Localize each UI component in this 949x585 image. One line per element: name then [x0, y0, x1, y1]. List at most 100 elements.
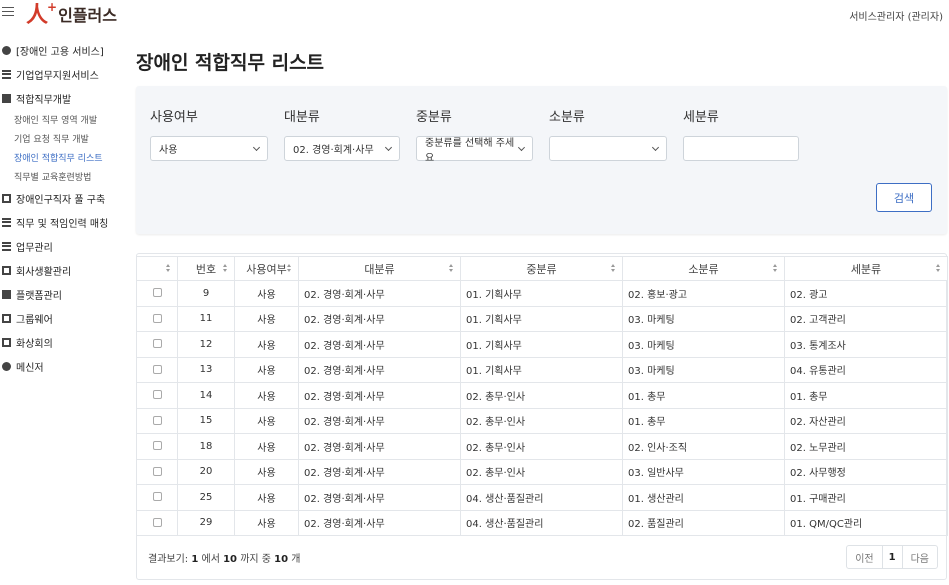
header-label: 소분류 — [688, 262, 719, 276]
header-label: 번호 — [195, 262, 217, 276]
summary-prefix: 결과보기: — [148, 554, 192, 565]
handshake-icon — [2, 69, 11, 79]
row-checkbox-cell — [136, 382, 178, 409]
sidebar-item-matching[interactable]: 직무 및 적임인력 매칭 — [0, 210, 125, 234]
row-checkbox[interactable] — [152, 517, 162, 527]
row-minor-category: 02. 인사·조직 — [622, 433, 785, 460]
sidebar-item-video-meeting[interactable]: 화상회의 — [0, 330, 125, 354]
sidebar-item-groupware[interactable]: 그룹웨어 — [0, 306, 125, 330]
sidebar-item-jobseeker-pool[interactable]: 장애인구직자 풀 구축 — [0, 186, 125, 210]
row-usage: 사용 — [234, 331, 299, 358]
minor-category-label: 소분류 — [549, 110, 585, 125]
table-row[interactable]: 15 사용 02. 경영·회계·사무 02. 총무·인사 01. 총무 02. 자산관리 — [136, 407, 948, 434]
table-row[interactable]: 14 사용 02. 경영·회계·사무 02. 총무·인사 01. 총무 01. 총무 — [136, 382, 948, 409]
sidebar-subitem-company-request-job[interactable]: 기업 요청 직무 개발 — [0, 129, 125, 148]
sidebar-item-messenger[interactable]: 메신저 — [0, 354, 125, 378]
header-detail-category[interactable]: 세분류 — [784, 256, 948, 281]
row-major-category: 02. 경영·회계·사무 — [298, 509, 461, 536]
row-major-category: 02. 경영·회계·사무 — [298, 484, 461, 511]
sidebar-item-employment-service[interactable]: [장애인 고용 서비스] — [0, 38, 125, 62]
sidebar-item-job-development[interactable]: 적합직무개발 — [0, 86, 125, 110]
header-usage[interactable]: 사용여부 — [234, 256, 299, 281]
calendar-icon — [2, 265, 11, 275]
header-label: 사용여부 — [246, 262, 287, 276]
chevron-down-icon — [518, 143, 526, 151]
row-minor-category: 01. 생산관리 — [622, 484, 785, 511]
row-number: 18 — [177, 433, 235, 460]
detail-category-input[interactable] — [683, 136, 799, 161]
row-detail-category: 01. 구매관리 — [784, 484, 948, 511]
row-checkbox[interactable] — [152, 339, 162, 349]
row-middle-category: 02. 총무·인사 — [460, 433, 623, 460]
table-row[interactable]: 20 사용 02. 경영·회계·사무 02. 총무·인사 03. 일반사무 02. 사무행… — [136, 458, 948, 485]
row-checkbox[interactable] — [152, 466, 162, 476]
sort-icon — [936, 264, 941, 274]
row-checkbox[interactable] — [152, 390, 162, 400]
sidebar-item-label: 메신저 — [16, 362, 44, 374]
row-detail-category: 01. 총무 — [784, 382, 948, 409]
sidebar-subitem-suitable-job-list[interactable]: 장애인 적합직무 리스트 — [0, 148, 125, 167]
usage-select[interactable]: 사용 — [150, 136, 268, 161]
sidebar: [장애인 고용 서비스] 기업업무지원서비스 적합직무개발 장애인 직무 영역 … — [0, 38, 125, 378]
sidebar-item-platform[interactable]: 플랫폼관리 — [0, 282, 125, 306]
sidebar-subitem-disability-job-area[interactable]: 장애인 직무 영역 개발 — [0, 110, 125, 129]
next-page-button[interactable]: 다음 — [903, 546, 937, 568]
sort-icon — [611, 264, 616, 274]
current-page-button[interactable]: 1 — [883, 546, 903, 568]
table-row[interactable]: 11 사용 02. 경영·회계·사무 01. 기획사무 03. 마케팅 02. 고객관리 — [136, 305, 948, 332]
summary-mid1: 에서 — [198, 554, 224, 565]
search-button[interactable]: 검색 — [876, 183, 932, 212]
sidebar-subitem-training-method[interactable]: 직무별 교육훈련방법 — [0, 167, 125, 186]
row-usage: 사용 — [234, 356, 299, 383]
row-checkbox[interactable] — [152, 288, 162, 298]
results-summary: 결과보기: 1 에서 10 까지 중 10 개 — [148, 550, 300, 565]
row-minor-category: 02. 홍보·광고 — [622, 280, 785, 307]
row-checkbox-cell — [136, 407, 178, 434]
major-category-label: 대분류 — [284, 110, 320, 125]
sidebar-item-work-management[interactable]: 업무관리 — [0, 234, 125, 258]
table-row[interactable]: 13 사용 02. 경영·회계·사무 01. 기획사무 03. 마케팅 04. 유통관리 — [136, 356, 948, 383]
middle-category-label: 중분류 — [416, 110, 452, 125]
header-middle-category[interactable]: 중분류 — [460, 256, 623, 281]
row-minor-category: 03. 일반사무 — [622, 458, 785, 485]
row-major-category: 02. 경영·회계·사무 — [298, 407, 461, 434]
table-row[interactable]: 9 사용 02. 경영·회계·사무 01. 기획사무 02. 홍보·광고 02. 광고 — [136, 280, 948, 307]
summary-mid2: 까지 중 — [237, 554, 275, 565]
table-row[interactable]: 12 사용 02. 경영·회계·사무 01. 기획사무 03. 마케팅 03. 통계조사 — [136, 331, 948, 358]
row-checkbox[interactable] — [152, 492, 162, 502]
sidebar-item-company-life[interactable]: 회사생활관리 — [0, 258, 125, 282]
table-row[interactable]: 25 사용 02. 경영·회계·사무 04. 생산·품질관리 01. 생산관리 01. 구… — [136, 484, 948, 511]
header-minor-category[interactable]: 소분류 — [622, 256, 785, 281]
table-row[interactable]: 29 사용 02. 경영·회계·사무 04. 생산·품질관리 02. 품질관리 01. Q… — [136, 509, 948, 536]
table-row[interactable]: 18 사용 02. 경영·회계·사무 02. 총무·인사 02. 인사·조직 02. 노무… — [136, 433, 948, 460]
sidebar-item-business-support[interactable]: 기업업무지원서비스 — [0, 62, 125, 86]
header-checkbox[interactable] — [136, 256, 178, 281]
major-category-select[interactable]: 02. 경영·회계·사무 — [284, 136, 400, 161]
list-icon — [2, 241, 11, 251]
middle-category-select[interactable]: 중분류를 선택해 주세요 — [416, 136, 533, 164]
row-middle-category: 01. 기획사무 — [460, 356, 623, 383]
row-middle-category: 01. 기획사무 — [460, 305, 623, 332]
row-usage: 사용 — [234, 509, 299, 536]
row-usage: 사용 — [234, 458, 299, 485]
row-checkbox[interactable] — [152, 441, 162, 451]
row-number: 25 — [177, 484, 235, 511]
user-menu[interactable]: 서비스관리자 (관리자) — [849, 8, 943, 23]
logo[interactable]: 人 + 인플러스 — [26, 0, 117, 26]
sort-icon — [166, 264, 171, 274]
row-detail-category: 02. 광고 — [784, 280, 948, 307]
row-checkbox[interactable] — [152, 415, 162, 425]
header-number[interactable]: 번호 — [177, 256, 235, 281]
row-minor-category: 03. 마케팅 — [622, 305, 785, 332]
minor-category-select[interactable] — [549, 136, 667, 161]
major-category-select-value: 02. 경영·회계·사무 — [293, 145, 374, 156]
sidebar-item-label: 기업업무지원서비스 — [16, 70, 99, 82]
header-major-category[interactable]: 대분류 — [298, 256, 461, 281]
menu-icon[interactable] — [2, 4, 14, 18]
row-checkbox[interactable] — [152, 313, 162, 323]
summary-suffix: 개 — [288, 554, 301, 565]
prev-page-button[interactable]: 이전 — [847, 546, 883, 568]
logo-text: 인플러스 — [58, 6, 117, 25]
row-checkbox[interactable] — [152, 364, 162, 374]
row-major-category: 02. 경영·회계·사무 — [298, 433, 461, 460]
